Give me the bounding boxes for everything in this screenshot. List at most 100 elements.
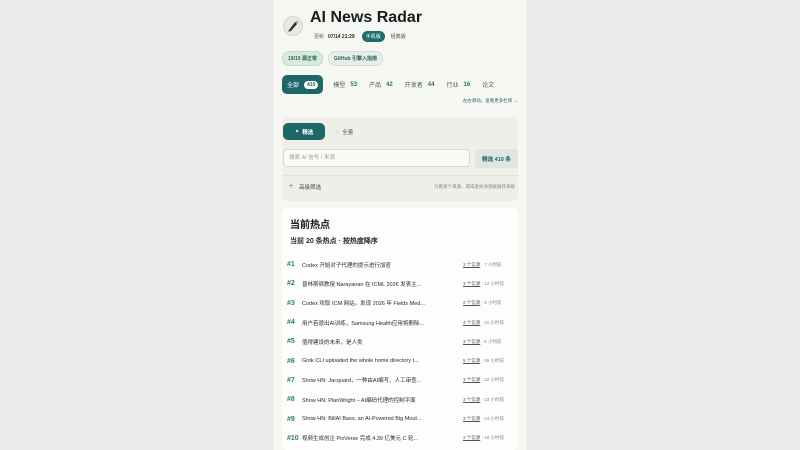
source-count-link[interactable]: 3 个信源 — [463, 339, 480, 344]
item-meta: 3 个信源 · 12 小时前 — [463, 281, 504, 287]
list-item[interactable]: #4 用户若退出AI训练，Samsung Health应用将删除... 4 个信… — [282, 313, 518, 332]
time-ago: · 22 小时前 — [481, 377, 505, 383]
headline[interactable]: Grok CLI uploaded the whole home directo… — [302, 358, 454, 364]
time-ago: · 19 小时前 — [481, 435, 505, 441]
list-item[interactable]: #10 视频生成创企 PixVerse 完成 4.39 亿美元 C 轮... 2… — [282, 429, 518, 448]
time-ago: · 7 小时前 — [481, 261, 502, 267]
tab-label: 论文 — [482, 83, 495, 89]
rank: #7 — [287, 376, 295, 384]
source-count-link[interactable]: 2 个信源 — [463, 300, 480, 305]
source-count-link[interactable]: 2 个信源 — [463, 435, 480, 440]
rank: #4 — [287, 319, 295, 327]
tab-count: 410 — [304, 80, 319, 89]
tab-papers[interactable]: 论文 — [482, 80, 494, 89]
advanced-filter-note: 只看某个来源、或排查失效源就展开高级 — [434, 183, 515, 189]
source-status-badge: 19/19 源正常 — [282, 51, 323, 66]
circle-icon: ◌ — [336, 129, 340, 135]
item-meta: 3 个信源 · 22 小时前 — [463, 377, 504, 383]
item-meta: 3 个信源 · 6 小时前 — [463, 339, 502, 345]
headline[interactable]: 普林斯顿教授 Narayanan 在 ICML 2026 发表主... — [302, 280, 454, 288]
tab-industry[interactable]: 行业 16 — [446, 80, 470, 90]
source-count-link[interactable]: 3 个信源 — [463, 281, 480, 286]
section-title: 当前热点 — [290, 220, 330, 231]
source-count-link[interactable]: 5 个信源 — [463, 358, 480, 363]
headline[interactable]: 值得建设的未来，是人类 — [302, 338, 454, 346]
list-item[interactable]: #6 Grok CLI uploaded the whole home dire… — [282, 351, 518, 370]
item-meta: 5 个信源 · 26 小时前 — [463, 358, 504, 364]
item-meta: 3 个信源 · 7 小时前 — [463, 262, 502, 268]
time-ago: · 6 小时前 — [481, 338, 502, 344]
tab-products[interactable]: 产品 42 — [369, 80, 393, 90]
app-title: AI News Radar — [310, 9, 423, 26]
headline[interactable]: 用户若退出AI训练，Samsung Health应用将删除... — [302, 319, 454, 327]
time-ago: · 21 小时前 — [481, 319, 505, 325]
advanced-filter-label: 高级筛选 — [299, 184, 322, 191]
curated-count-button[interactable]: 精选 410 条 — [475, 149, 518, 168]
source-count-link[interactable]: 3 个信源 — [463, 377, 480, 382]
tab-label: 行业 — [446, 83, 459, 89]
time-ago: · 24 小时前 — [481, 416, 505, 422]
hot-topics-card: 当前热点 当前 20 条热点 · 按热度降序 #1 Codex 开始对子代理的提… — [282, 208, 518, 450]
item-meta: 4 个信源 · 21 小时前 — [463, 320, 504, 326]
item-meta: 3 个信源 · 23 小时前 — [463, 397, 504, 403]
curated-mode-button[interactable]: ✦ 精选 — [283, 123, 325, 140]
list-item[interactable]: #5 值得建设的未来，是人类 3 个信源 · 6 小时前 — [282, 332, 518, 351]
all-mode-button[interactable]: ◌ 全量 — [336, 128, 353, 136]
source-count-link[interactable]: 3 个信源 — [463, 416, 480, 421]
tab-count: 44 — [427, 81, 435, 88]
rank: #5 — [287, 338, 295, 346]
tab-scroll-hint: 左右滑动，查看更多栏目 → — [462, 98, 518, 103]
mobile-view-toggle[interactable]: 手机版 — [361, 31, 385, 42]
radar-pen-icon — [288, 20, 299, 32]
time-ago: · 26 小时前 — [481, 358, 505, 364]
time-ago: · 6 小时前 — [481, 300, 502, 306]
tab-developers[interactable]: 开发者 44 — [404, 80, 435, 90]
rank: #3 — [287, 299, 295, 307]
rank: #8 — [287, 396, 295, 404]
rank: #2 — [287, 280, 295, 288]
list-item[interactable]: #9 Show HN: BillAI Bass, an AI-Powered B… — [282, 409, 518, 428]
list-item[interactable]: #7 Show HN: Jacquard，一种由AI编写、人工审查... 3 个… — [282, 371, 518, 390]
tab-label: 全部 — [287, 83, 300, 89]
headline[interactable]: 视频生成创企 PixVerse 完成 4.39 亿美元 C 轮... — [302, 434, 454, 442]
all-label: 全量 — [342, 130, 354, 136]
headline[interactable]: Show HN: Jacquard，一种由AI编写、人工审查... — [302, 376, 454, 384]
time-ago: · 23 小时前 — [481, 396, 505, 402]
headline[interactable]: Codex 攻取 ICM 网站。发现 2026 年 Fields Med... — [302, 299, 454, 307]
category-tabs: 全部 410 模型 53 产品 42 开发者 44 行业 16 论文 — [282, 75, 506, 94]
source-count-link[interactable]: 3 个信源 — [463, 262, 480, 267]
app-logo — [283, 16, 303, 36]
headline[interactable]: Codex 开始对子代理的提示进行加密 — [302, 261, 454, 269]
list-item[interactable]: #3 Codex 攻取 ICM 网站。发现 2026 年 Fields Med.… — [282, 294, 518, 313]
update-info: 更新 07/14 21:29 手机版 经典版 — [314, 31, 408, 42]
rank: #9 — [287, 415, 295, 423]
classic-view-toggle[interactable]: 经典版 — [389, 31, 408, 42]
headline[interactable]: Show HN: PlanWright – AI编码代理的控制平面 — [302, 396, 454, 404]
hot-list: #1 Codex 开始对子代理的提示进行加密 3 个信源 · 7 小时前 #2 … — [282, 255, 518, 448]
headline[interactable]: Show HN: BillAI Bass, an AI-Powered Big … — [302, 416, 454, 422]
mobile-page: AI News Radar 更新 07/14 21:29 手机版 经典版 19/… — [274, 0, 526, 450]
list-item[interactable]: #1 Codex 开始对子代理的提示进行加密 3 个信源 · 7 小时前 — [282, 255, 518, 274]
list-item[interactable]: #8 Show HN: PlanWright – AI编码代理的控制平面 3 个… — [282, 390, 518, 409]
tab-models[interactable]: 模型 53 — [333, 80, 358, 90]
tab-label: 开发者 — [404, 83, 423, 89]
github-guide-link[interactable]: GitHub 引擎入指南 — [327, 51, 383, 66]
list-item[interactable]: #2 普林斯顿教授 Narayanan 在 ICML 2026 发表主... 3… — [282, 274, 518, 293]
search-input[interactable] — [283, 149, 470, 167]
curated-label: 精选 — [302, 129, 314, 136]
source-count-link[interactable]: 4 个信源 — [463, 320, 480, 325]
updated-time: 07/14 21:29 — [328, 33, 355, 40]
tab-count: 53 — [350, 81, 358, 88]
tab-all[interactable]: 全部 410 — [282, 75, 324, 94]
tab-label: 模型 — [333, 83, 346, 89]
rank: #10 — [287, 434, 299, 442]
source-count-link[interactable]: 3 个信源 — [463, 397, 480, 402]
filter-panel: ✦ 精选 ◌ 全量 精选 410 条 + 高级筛选 只看某个来源、或排查失效源就… — [282, 117, 519, 201]
rank: #1 — [287, 261, 295, 269]
tab-label: 产品 — [369, 83, 382, 89]
plus-icon: + — [289, 183, 294, 190]
item-meta: 2 个信源 · 6 小时前 — [463, 300, 502, 306]
rank: #6 — [287, 357, 295, 365]
status-badges: 19/19 源正常 GitHub 引擎入指南 — [282, 51, 383, 66]
advanced-filter-toggle[interactable]: + 高级筛选 只看某个来源、或排查失效源就展开高级 — [283, 175, 519, 197]
